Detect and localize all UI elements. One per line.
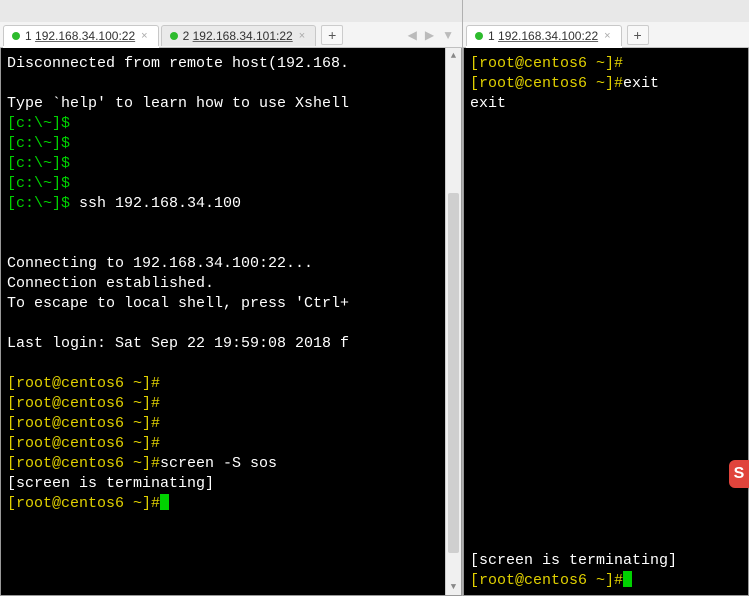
status-dot-icon (475, 32, 483, 40)
app-container: 1 192.168.34.100:22 × 2 192.168.34.101:2… (0, 0, 749, 596)
terminal-output-bottom: [screen is terminating] [root@centos6 ~]# (470, 551, 742, 591)
new-tab-button[interactable]: + (321, 25, 343, 45)
terminal-text: screen -S sos (160, 455, 277, 472)
terminal-text: [c:\~]$ (7, 155, 70, 172)
terminal-line: To escape to local shell, press 'Ctrl+ (7, 294, 455, 314)
terminal-text: [screen is terminating] (470, 552, 677, 569)
terminal-text: Type `help' to learn how to use Xshell (7, 95, 349, 112)
terminal-line: Connection established. (7, 274, 455, 294)
terminal-line: Disconnected from remote host(192.168. (7, 54, 455, 74)
tab-2[interactable]: 2 192.168.34.101:22 × (161, 25, 317, 46)
left-pane: 1 192.168.34.100:22 × 2 192.168.34.101:2… (0, 0, 462, 596)
scroll-thumb[interactable] (448, 193, 459, 554)
terminal-line: [root@centos6 ~]# (7, 434, 455, 454)
terminal-text: [root@centos6 ~]# (7, 415, 160, 432)
terminal-line: [root@centos6 ~]#exit (470, 74, 742, 94)
terminal-text: Connecting to 192.168.34.100:22... (7, 255, 313, 272)
terminal-line (7, 354, 455, 374)
terminal-text: [c:\~]$ (7, 195, 79, 212)
badge-letter: S (734, 465, 745, 483)
terminal-text: [c:\~]$ (7, 115, 70, 132)
toolbar-gap (463, 0, 749, 22)
scroll-track[interactable] (446, 64, 461, 579)
tab-prev-icon[interactable]: ◀ (408, 28, 417, 42)
tab-bar-left[interactable]: 1 192.168.34.100:22 × 2 192.168.34.101:2… (0, 22, 462, 48)
scroll-down-icon[interactable]: ▼ (446, 579, 461, 595)
terminal-line: [root@centos6 ~]# (7, 494, 455, 514)
close-icon[interactable]: × (299, 31, 305, 42)
terminal-text: [root@centos6 ~]# (7, 495, 160, 512)
terminal-text: [root@centos6 ~]# (7, 375, 160, 392)
terminal-line: Last login: Sat Sep 22 19:59:08 2018 f (7, 334, 455, 354)
close-icon[interactable]: × (141, 31, 147, 42)
tab-1[interactable]: 1 192.168.34.100:22 × (466, 25, 622, 46)
terminal-line: [screen is terminating] (7, 474, 455, 494)
status-dot-icon (12, 32, 20, 40)
terminal-line: [root@centos6 ~]# (7, 374, 455, 394)
terminal-line: [c:\~]$ (7, 114, 455, 134)
terminal-line: [c:\~]$ (7, 174, 455, 194)
tab-index: 1 (25, 29, 32, 43)
new-tab-button[interactable]: + (627, 25, 649, 45)
terminal-text: [root@centos6 ~]# (470, 55, 623, 72)
terminal-line: [screen is terminating] (470, 551, 742, 571)
status-dot-icon (170, 32, 178, 40)
cursor (623, 571, 632, 587)
terminal-line: [root@centos6 ~]# (7, 394, 455, 414)
terminal-text: [root@centos6 ~]# (7, 455, 160, 472)
terminal-line (7, 74, 455, 94)
tab-menu-icon[interactable]: ▼ (442, 28, 454, 42)
terminal-text: [root@centos6 ~]# (7, 395, 160, 412)
terminal-line: Type `help' to learn how to use Xshell (7, 94, 455, 114)
scroll-up-icon[interactable]: ▲ (446, 48, 461, 64)
terminal-text: [c:\~]$ (7, 175, 70, 192)
cursor (160, 494, 169, 510)
tab-next-icon[interactable]: ▶ (425, 28, 434, 42)
tab-label: 192.168.34.101:22 (193, 29, 293, 43)
terminal-text: exit (623, 75, 659, 92)
terminal-text: [root@centos6 ~]# (470, 572, 623, 589)
terminal-output-top: [root@centos6 ~]#[root@centos6 ~]#exitex… (470, 54, 742, 114)
terminal-line: [root@centos6 ~]#screen -S sos (7, 454, 455, 474)
terminal-left[interactable]: Disconnected from remote host(192.168. T… (0, 48, 462, 596)
terminal-text: Last login: Sat Sep 22 19:59:08 2018 f (7, 335, 349, 352)
right-pane: 1 192.168.34.100:22 × + [root@centos6 ~]… (462, 0, 749, 596)
terminal-text: To escape to local shell, press 'Ctrl+ (7, 295, 349, 312)
tab-1[interactable]: 1 192.168.34.100:22 × (3, 25, 159, 46)
terminal-line: Connecting to 192.168.34.100:22... (7, 254, 455, 274)
terminal-text: Disconnected from remote host(192.168. (7, 55, 349, 72)
terminal-line (7, 214, 455, 234)
terminal-right[interactable]: [root@centos6 ~]#[root@centos6 ~]#exitex… (463, 48, 749, 596)
toolbar-gap (0, 0, 462, 22)
tab-label: 192.168.34.100:22 (498, 29, 598, 43)
terminal-text: [screen is terminating] (7, 475, 214, 492)
terminal-text: exit (470, 95, 506, 112)
terminal-line: [root@centos6 ~]# (7, 414, 455, 434)
scrollbar-vertical[interactable]: ▲ ▼ (445, 48, 461, 595)
terminal-line: [root@centos6 ~]# (470, 571, 742, 591)
terminal-text: ssh 192.168.34.100 (79, 195, 241, 212)
terminal-line (7, 314, 455, 334)
input-method-badge[interactable]: S (729, 460, 749, 488)
tab-label: 192.168.34.100:22 (35, 29, 135, 43)
terminal-line: [c:\~]$ ssh 192.168.34.100 (7, 194, 455, 214)
terminal-text: [root@centos6 ~]# (7, 435, 160, 452)
tab-index: 1 (488, 29, 495, 43)
tab-index: 2 (183, 29, 190, 43)
tab-bar-right[interactable]: 1 192.168.34.100:22 × + (463, 22, 749, 48)
tab-nav-buttons: ◀ ▶ ▼ (408, 28, 462, 42)
terminal-line: [root@centos6 ~]# (470, 54, 742, 74)
terminal-line: [c:\~]$ (7, 134, 455, 154)
terminal-text: [c:\~]$ (7, 135, 70, 152)
terminal-text: [root@centos6 ~]# (470, 75, 623, 92)
terminal-line: [c:\~]$ (7, 154, 455, 174)
terminal-line (7, 234, 455, 254)
close-icon[interactable]: × (604, 31, 610, 42)
terminal-text: Connection established. (7, 275, 214, 292)
terminal-line: exit (470, 94, 742, 114)
